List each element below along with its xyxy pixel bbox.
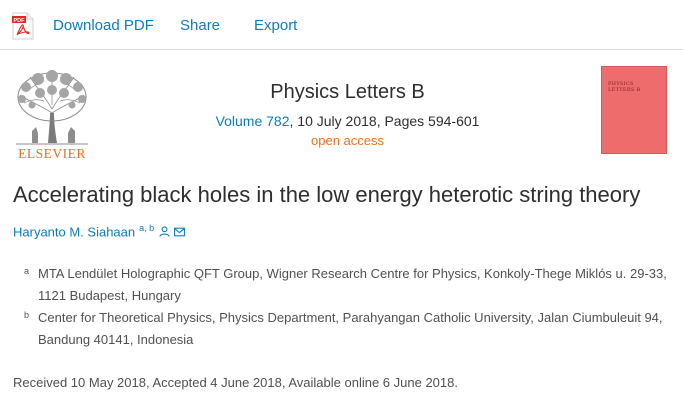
affiliation-label: b bbox=[24, 310, 30, 320]
person-icon[interactable] bbox=[159, 226, 170, 238]
article-history-dates: Received 10 May 2018, Accepted 4 June 20… bbox=[13, 375, 458, 390]
cover-title: PHYSICS LETTERS B bbox=[608, 81, 641, 93]
article-title: Accelerating black holes in the low ener… bbox=[13, 182, 641, 207]
email-icon[interactable] bbox=[174, 227, 186, 237]
author-affiliation-refs[interactable]: a, b bbox=[139, 223, 154, 233]
journal-title[interactable]: Physics Letters B bbox=[175, 81, 520, 104]
elsevier-tree-logo[interactable]: ELSEVIER bbox=[10, 65, 94, 160]
volume-link[interactable]: Volume 782 bbox=[216, 113, 290, 129]
download-pdf-link[interactable]: Download PDF bbox=[53, 17, 154, 34]
affiliation-text: Center for Theoretical Physics, Physics … bbox=[38, 310, 663, 347]
open-access-label: open access bbox=[311, 133, 384, 148]
issue-info: , 10 July 2018, Pages 594-601 bbox=[289, 113, 480, 129]
elsevier-wordmark: ELSEVIER bbox=[18, 146, 86, 160]
pdf-icon-label: PDF bbox=[14, 18, 26, 24]
journal-cover-image[interactable]: PHYSICS LETTERS B bbox=[601, 66, 667, 154]
affiliation-a: a MTA Lendület Holographic QFT Group, Wi… bbox=[24, 263, 678, 307]
affiliation-b: b Center for Theoretical Physics, Physic… bbox=[24, 307, 678, 351]
export-button[interactable]: Export bbox=[254, 17, 297, 34]
share-button[interactable]: Share bbox=[180, 17, 220, 34]
affiliation-text: MTA Lendület Holographic QFT Group, Wign… bbox=[38, 266, 667, 303]
author-list: Haryanto M. Siahaan a, b bbox=[13, 223, 186, 239]
journal-header: ELSEVIER Physics Letters B Volume 782, 1… bbox=[0, 60, 683, 160]
author-name[interactable]: Haryanto M. Siahaan bbox=[13, 224, 135, 239]
article-toolbar: PDF Download PDF Share Export bbox=[0, 0, 683, 50]
pdf-icon[interactable]: PDF bbox=[12, 12, 34, 40]
journal-volume-info: Volume 782, 10 July 2018, Pages 594-601 bbox=[175, 113, 520, 129]
affiliation-label: a bbox=[24, 266, 30, 276]
